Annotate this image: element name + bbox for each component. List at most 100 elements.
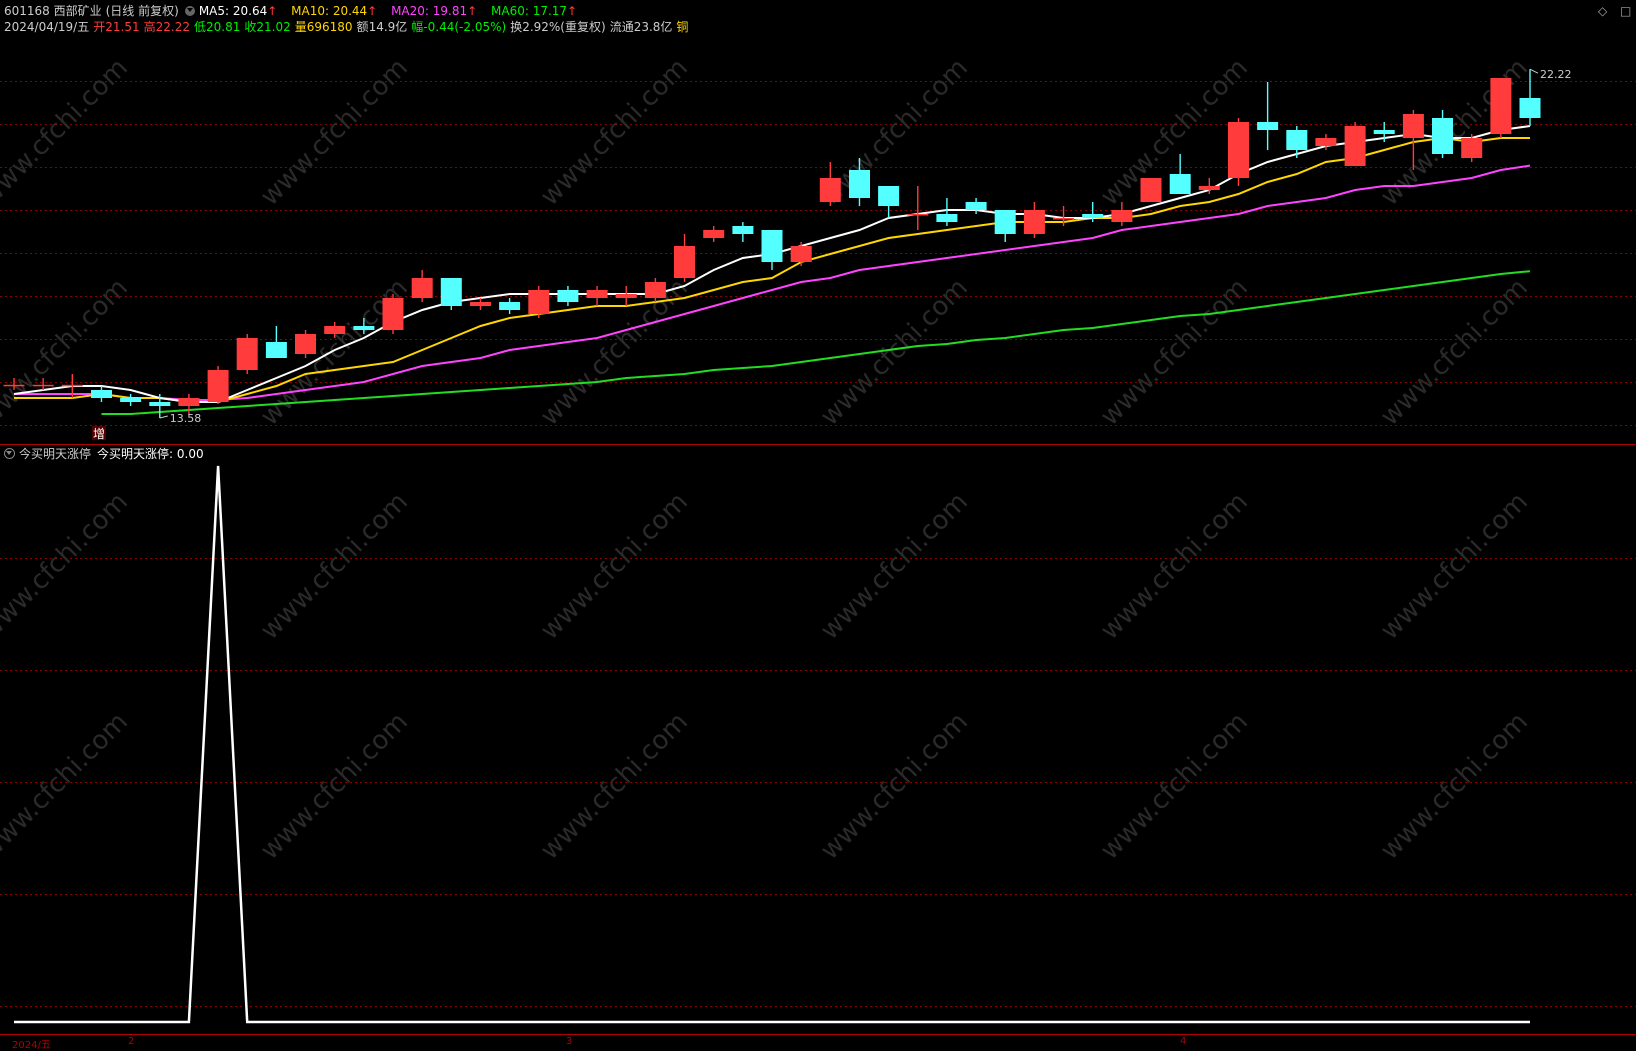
high-price-label: 22.22	[1540, 68, 1572, 81]
ma10-label: MA10: 20.44↑	[291, 4, 378, 18]
time-axis-line	[0, 1034, 1636, 1035]
candle-body	[149, 402, 171, 406]
candle-body	[1402, 114, 1424, 138]
watermark-text: www.cfchi.com	[535, 53, 694, 212]
candle-body	[32, 384, 54, 387]
candle-body	[440, 278, 462, 306]
candle-body	[1169, 174, 1191, 194]
candle-body	[295, 334, 316, 354]
candle-body	[674, 246, 695, 278]
candle-body	[91, 390, 112, 398]
candle-body	[3, 384, 25, 387]
pane-separator	[0, 444, 1636, 445]
watermark-text: www.cfchi.com	[255, 707, 414, 866]
candle-body	[790, 246, 812, 262]
candle-body	[353, 326, 375, 330]
candle-body	[1198, 186, 1220, 190]
candle-body	[1373, 130, 1395, 134]
candle-body	[849, 170, 870, 198]
candle-body	[1111, 210, 1133, 222]
candle-body	[1257, 122, 1279, 130]
volume-value: 量696180	[294, 20, 353, 34]
candle-body	[1490, 78, 1512, 134]
candle-body	[703, 230, 725, 238]
candle-body	[382, 298, 404, 330]
high-value: 高22.22	[143, 20, 190, 34]
watermark-text: www.cfchi.com	[1375, 273, 1534, 432]
watermark-text: www.cfchi.com	[815, 707, 974, 866]
ma5-label: MA5: 20.64↑	[198, 4, 278, 18]
watermark-text: www.cfchi.com	[1375, 707, 1534, 866]
badge-label: 增	[93, 427, 105, 441]
candle-body	[644, 282, 666, 298]
candle-body	[1461, 138, 1483, 158]
candle-body	[615, 294, 637, 298]
period-label: (日线 前复权)	[105, 4, 179, 18]
watermark-text: www.cfchi.com	[0, 707, 134, 866]
indicator-name: 今买明天涨停	[19, 447, 92, 461]
candle-body	[324, 326, 346, 334]
watermark-text: www.cfchi.com	[0, 53, 134, 212]
candle-body	[732, 226, 754, 234]
indicator-line	[14, 465, 1530, 1024]
candle-body	[936, 214, 958, 222]
candle-body	[470, 302, 491, 306]
open-value: 开21.51	[93, 20, 140, 34]
low-value: 低20.81	[193, 20, 241, 34]
watermark-text: www.cfchi.com	[815, 487, 974, 646]
candle-body	[1228, 122, 1249, 178]
candle-body	[1315, 138, 1337, 146]
watermark-text: www.cfchi.com	[0, 487, 134, 646]
candle-body	[1519, 98, 1541, 118]
close-value: 收21.02	[244, 20, 291, 34]
watermark-text: www.cfchi.com	[815, 273, 974, 432]
ma-dropdown-icon[interactable]	[184, 6, 195, 16]
time-axis-label-3: 4	[1180, 1036, 1187, 1047]
candle-body	[1432, 118, 1453, 154]
quote-header: 601168 西部矿业 (日线 前复权) MA5: 20.64↑ MA10: 20.…	[4, 3, 581, 19]
watermark-text: www.cfchi.com	[255, 53, 414, 212]
ma20-label: MA20: 19.81↑	[391, 4, 478, 18]
candle-body	[120, 398, 142, 402]
watermark-text: www.cfchi.com	[1375, 487, 1534, 646]
indicator-dropdown-icon[interactable]	[4, 448, 15, 459]
candle-body	[557, 290, 579, 302]
float-value: 流通23.8亿	[609, 20, 673, 34]
date-label: 2024/04/19/五	[4, 20, 90, 34]
candle-body	[994, 210, 1016, 234]
sector-label[interactable]: 铜	[676, 20, 688, 34]
indicator-value: 今买明天涨停: 0.00	[97, 447, 204, 461]
candle-body	[265, 342, 287, 358]
low-marker-line	[159, 415, 168, 419]
watermark-text: www.cfchi.com	[1095, 707, 1254, 866]
stock-code-name: 601168 西部矿业	[4, 4, 102, 18]
watermark-text: www.cfchi.com	[255, 487, 414, 646]
candle-body	[178, 398, 200, 406]
candle-body	[1053, 218, 1074, 220]
indicator-chart: www.cfchi.com www.cfchi.com www.cfchi.com w…	[0, 465, 1636, 1024]
time-axis-label-1: 2	[128, 1036, 135, 1047]
indicator-header: 今买明天涨停 今买明天涨停: 0.00	[4, 446, 204, 462]
ma60-label: MA60: 17.17↑	[491, 4, 578, 18]
low-price-label: 13.58	[170, 412, 202, 425]
candle-body	[965, 202, 987, 210]
watermark-text: www.cfchi.com	[1095, 487, 1254, 646]
candle-body	[586, 290, 608, 298]
amount-value: 额14.9亿	[356, 20, 408, 34]
candle-body	[1023, 210, 1045, 234]
candlestick-chart: www.cfchi.com www.cfchi.com www.cfchi.com w…	[0, 53, 1636, 441]
candle-body	[1140, 178, 1162, 202]
change-value: 幅-0.44(-2.05%)	[411, 20, 507, 34]
watermark-text: www.cfchi.com	[1095, 273, 1254, 432]
candle-body	[878, 186, 900, 206]
diamond-icon[interactable]: ◇	[1598, 4, 1607, 18]
candle-body	[207, 370, 229, 402]
candle-body	[61, 384, 83, 387]
candle-body	[499, 302, 521, 310]
candle-body	[819, 178, 841, 202]
candle-body	[411, 278, 433, 298]
candle-body	[1082, 214, 1104, 218]
candle-body	[761, 230, 783, 262]
close-icon[interactable]: □	[1620, 4, 1631, 18]
candle-body	[1286, 130, 1308, 150]
